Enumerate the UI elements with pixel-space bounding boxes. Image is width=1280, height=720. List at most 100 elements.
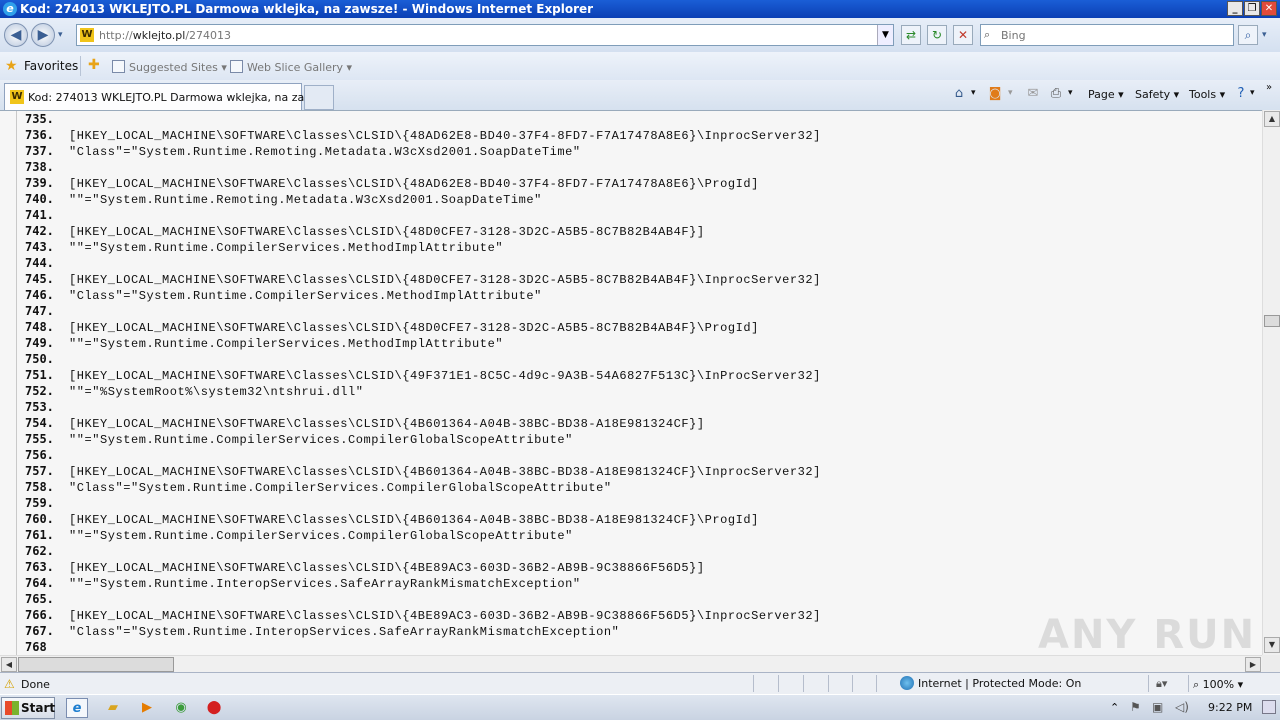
new-tab-button[interactable] [304,85,334,110]
vertical-scrollbar[interactable]: ▲ ▼ [1262,110,1280,655]
taskbar-clock[interactable]: 9:22 PM [1208,701,1252,714]
zone-label: Internet | Protected Mode: On [918,677,1082,690]
protected-mode-lock-icon[interactable]: 🔒︎▾ [1156,677,1167,691]
compatibility-view-button[interactable]: ⇄ [901,25,921,45]
start-label: Start [21,701,56,715]
code-line: 743. ""="System.Runtime.CompilerServices.… [25,239,821,255]
suggested-sites-link[interactable]: Suggested Sites ▾ [112,60,227,74]
warning-icon: ⚠ [4,677,15,691]
status-panel [1148,675,1149,692]
status-panel [803,675,804,692]
tray-network-icon[interactable]: ▣ [1152,700,1163,714]
search-button[interactable]: ⌕ [1238,25,1258,45]
status-panel [1188,675,1189,692]
scrollbar-corner [1262,655,1280,672]
horizontal-scroll-thumb[interactable] [18,657,174,672]
safety-menu[interactable]: Safety ▾ [1135,88,1179,101]
code-line: 739. [HKEY_LOCAL_MACHINE\SOFTWARE\Classes… [25,175,821,191]
line-text: [HKEY_LOCAL_MACHINE\SOFTWARE\Classes\CLS… [69,129,821,143]
code-line: 766. [HKEY_LOCAL_MACHINE\SOFTWARE\Classes… [25,607,821,623]
line-number: 765. [25,592,54,606]
home-chevron-icon[interactable]: ▾ [971,88,976,98]
line-number: 758. [25,480,54,494]
line-number: 754. [25,416,54,430]
feeds-chevron-icon[interactable]: ▾ [1008,88,1013,98]
line-number: 740. [25,192,54,206]
forward-button[interactable]: ▶ [31,23,55,47]
refresh-button[interactable]: ↻ [927,25,947,45]
vertical-scroll-thumb[interactable] [1264,315,1280,327]
print-chevron-icon[interactable]: ▾ [1068,88,1073,98]
taskbar-explorer-icon[interactable]: ▰ [102,698,124,718]
line-number: 745. [25,272,54,286]
stop-button[interactable]: ✕ [953,25,973,45]
line-number: 752. [25,384,54,398]
line-number: 746. [25,288,54,302]
back-button[interactable]: ◀ [4,23,28,47]
address-dropdown-button[interactable]: ▼ [877,25,893,45]
security-zone[interactable]: Internet | Protected Mode: On [900,676,1081,690]
search-input[interactable] [1001,27,1226,43]
ie-logo-icon: e [3,2,17,16]
more-commands-chevron-icon[interactable]: » [1266,82,1272,93]
scroll-down-button[interactable]: ▼ [1264,637,1280,653]
tray-volume-icon[interactable]: ◁) [1175,700,1189,714]
favorites-button[interactable]: Favorites [24,59,78,73]
print-icon[interactable]: ⎙ [1047,86,1065,102]
code-line: 752. ""="%SystemRoot%\system32\ntshrui.dl… [25,383,821,399]
home-icon[interactable]: ⌂ [950,86,968,102]
help-icon[interactable]: ? [1232,86,1250,102]
taskbar-ie-icon[interactable]: e [66,698,88,718]
page-menu[interactable]: Page ▾ [1088,88,1124,101]
web-slice-gallery-link[interactable]: Web Slice Gallery ▾ [230,60,352,74]
tab-title: Kod: 274013 WKLEJTO.PL Darmowa wklejka, … [28,91,330,104]
code-line: 738. [25,159,821,175]
line-text: ""="System.Runtime.CompilerServices.Meth… [69,241,504,255]
code-line: 737. "Class"="System.Runtime.Remoting.Met… [25,143,821,159]
scroll-right-button[interactable]: ▶ [1245,657,1261,672]
scroll-up-button[interactable]: ▲ [1264,111,1280,127]
line-number: 735. [25,112,54,126]
recent-pages-chevron-icon[interactable]: ▾ [58,30,63,40]
close-window-button[interactable]: ✕ [1261,1,1277,16]
line-number: 744. [25,256,54,270]
show-desktop-button[interactable] [1262,700,1276,714]
page-content: 735. 736. [HKEY_LOCAL_MACHINE\SOFTWARE\Cla… [0,110,1262,655]
search-options-chevron-icon[interactable]: ▾ [1262,30,1267,40]
code-listing: 735. 736. [HKEY_LOCAL_MACHINE\SOFTWARE\Cla… [25,111,821,655]
taskbar: Start e ▰ ▶ ◉ ⬤ ⌃ ⚑ ▣ ◁) 9:22 PM [0,694,1280,720]
code-line: 761. ""="System.Runtime.CompilerServices.… [25,527,821,543]
tools-menu[interactable]: Tools ▾ [1189,88,1225,101]
tab-current[interactable]: W Kod: 274013 WKLEJTO.PL Darmowa wklejka… [4,83,330,110]
address-bar[interactable]: W http://wklejto.pl/274013 ▼ [76,24,894,46]
minimize-button[interactable]: _ [1227,1,1243,16]
mail-icon[interactable]: ✉ [1024,86,1042,102]
scroll-left-button[interactable]: ◀ [1,657,17,672]
search-provider-icon: ⌕ [984,28,991,41]
tray-expand-icon[interactable]: ⌃ [1110,701,1119,714]
line-text: ""="System.Runtime.InteropServices.SafeA… [69,577,581,591]
add-to-favorites-bar-icon[interactable]: ✚ [88,57,100,73]
taskbar-stop-icon[interactable]: ⬤ [203,698,225,718]
restore-button[interactable]: ❐ [1244,1,1260,16]
line-text: ""="System.Runtime.CompilerServices.Meth… [69,337,504,351]
tray-flag-icon[interactable]: ⚑ [1130,700,1141,714]
code-line: 759. [25,495,821,511]
help-chevron-icon[interactable]: ▾ [1250,88,1255,98]
line-text: ""="%SystemRoot%\system32\ntshrui.dll" [69,385,364,399]
feeds-icon[interactable]: ◙ [986,86,1004,102]
line-number: 741. [25,208,54,222]
zoom-level[interactable]: ⌕ 100% ▾ [1193,678,1243,692]
code-line: 749. ""="System.Runtime.CompilerServices.… [25,335,821,351]
line-text: ""="System.Runtime.CompilerServices.Comp… [69,529,573,543]
taskbar-media-player-icon[interactable]: ▶ [136,698,158,718]
start-button[interactable]: Start [1,697,55,719]
line-text: [HKEY_LOCAL_MACHINE\SOFTWARE\Classes\CLS… [69,225,705,239]
line-number: 738. [25,160,54,174]
address-url[interactable]: http://wklejto.pl/274013 [99,29,231,42]
taskbar-chrome-icon[interactable]: ◉ [170,698,192,718]
line-number: 761. [25,528,54,542]
code-line: 746. "Class"="System.Runtime.CompilerServ… [25,287,821,303]
status-panel [753,675,754,692]
search-box[interactable]: ⌕ [980,24,1234,46]
